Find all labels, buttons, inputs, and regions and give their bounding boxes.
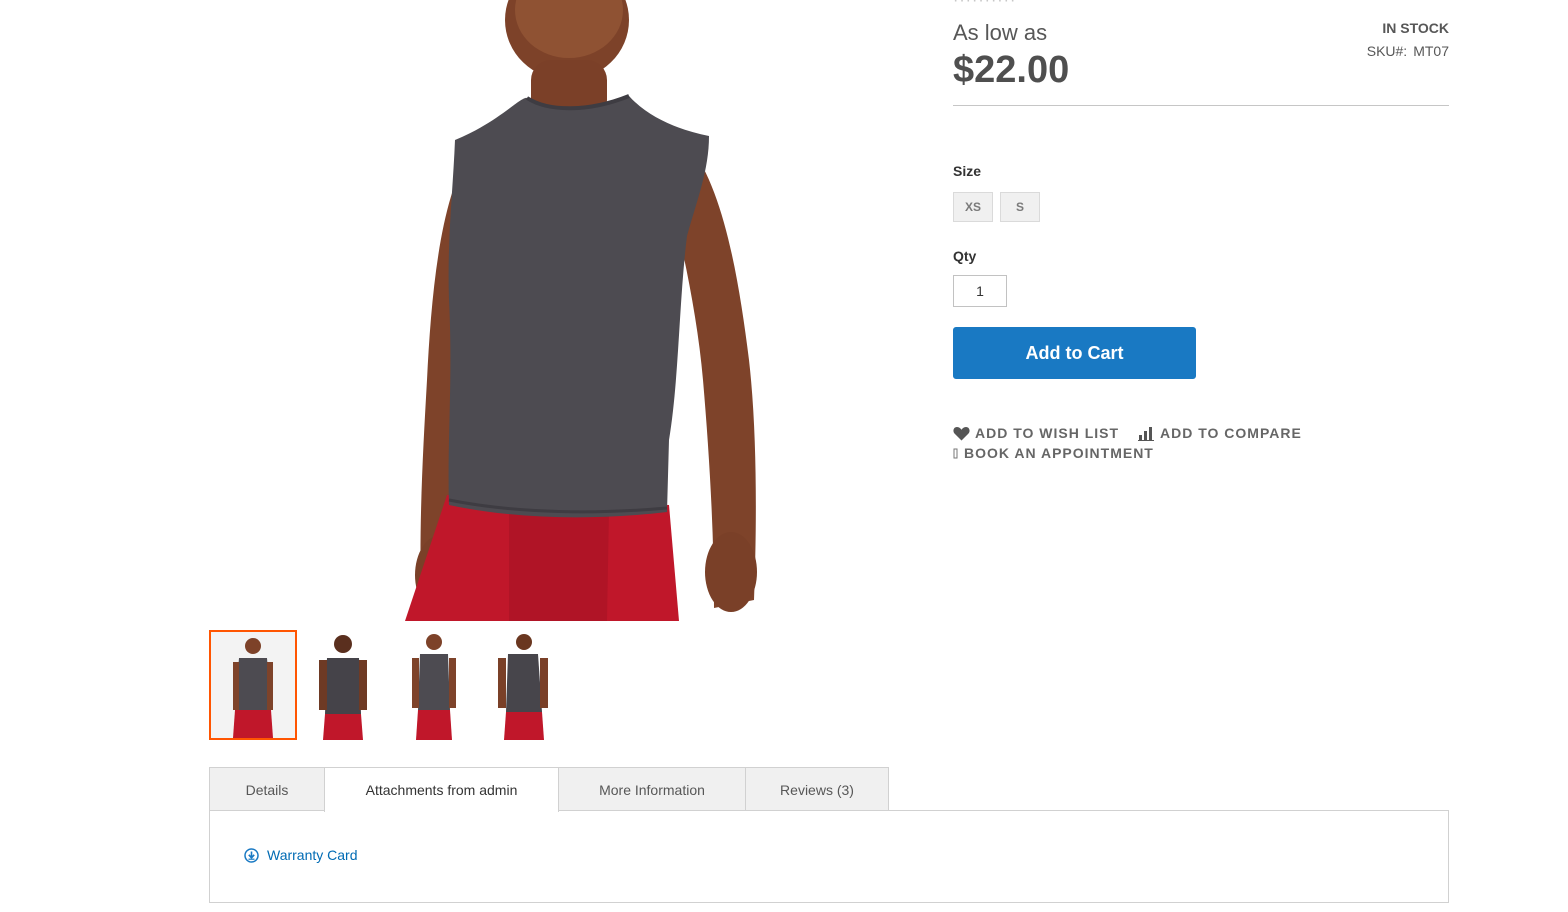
divider [953, 105, 1449, 106]
attachment-link-warranty-card[interactable]: Warranty Card [244, 847, 358, 863]
thumbnail-image [319, 635, 367, 740]
download-icon [244, 847, 259, 863]
size-label: Size [953, 163, 982, 179]
calendar-icon [953, 448, 958, 459]
attachments-panel [209, 810, 1449, 903]
thumbnail-side[interactable] [390, 630, 478, 740]
tab-details[interactable]: Details [209, 767, 325, 811]
thumbnail-image [498, 634, 548, 740]
add-to-compare-link[interactable]: Add to Compare [1138, 425, 1302, 441]
thumbnail-back[interactable] [299, 630, 387, 740]
product-price: $22.00 [953, 49, 1070, 91]
thumbnail-front[interactable] [209, 630, 297, 740]
rating-stars: ·········· [953, 0, 1017, 9]
bar-chart-icon [1138, 426, 1154, 441]
appointment-label: Book an Appointment [964, 445, 1154, 461]
price-label: As low as [953, 20, 1048, 45]
sku: SKU#: MT07 [1367, 43, 1449, 59]
tab-attachments[interactable]: Attachments from admin [324, 767, 559, 812]
thumbnail-back-side[interactable] [480, 630, 568, 740]
tab-reviews[interactable]: Reviews (3) [745, 767, 889, 811]
tab-more-information[interactable]: More Information [558, 767, 746, 811]
add-to-wishlist-link[interactable]: Add to Wish List [953, 425, 1119, 441]
add-to-cart-button[interactable]: Add to Cart [953, 327, 1196, 379]
book-appointment-link[interactable]: Book an Appointment [953, 445, 1154, 461]
wishlist-label: Add to Wish List [975, 425, 1120, 441]
thumbnail-image [211, 632, 295, 738]
stock-status: In stock [1382, 20, 1449, 36]
product-photo [405, 0, 757, 621]
attachment-label: Warranty Card [267, 847, 358, 863]
thumbnail-image [412, 634, 456, 740]
qty-input[interactable] [953, 275, 1007, 307]
sku-label: SKU#: [1366, 43, 1408, 59]
size-swatch-xs[interactable]: XS [953, 192, 993, 222]
sku-value: MT07 [1413, 43, 1449, 59]
compare-label: Add to Compare [1160, 425, 1302, 441]
size-swatch-s[interactable]: S [1000, 192, 1040, 222]
qty-label: Qty [953, 248, 977, 264]
product-main-image[interactable] [209, 0, 889, 621]
heart-icon [953, 426, 970, 440]
